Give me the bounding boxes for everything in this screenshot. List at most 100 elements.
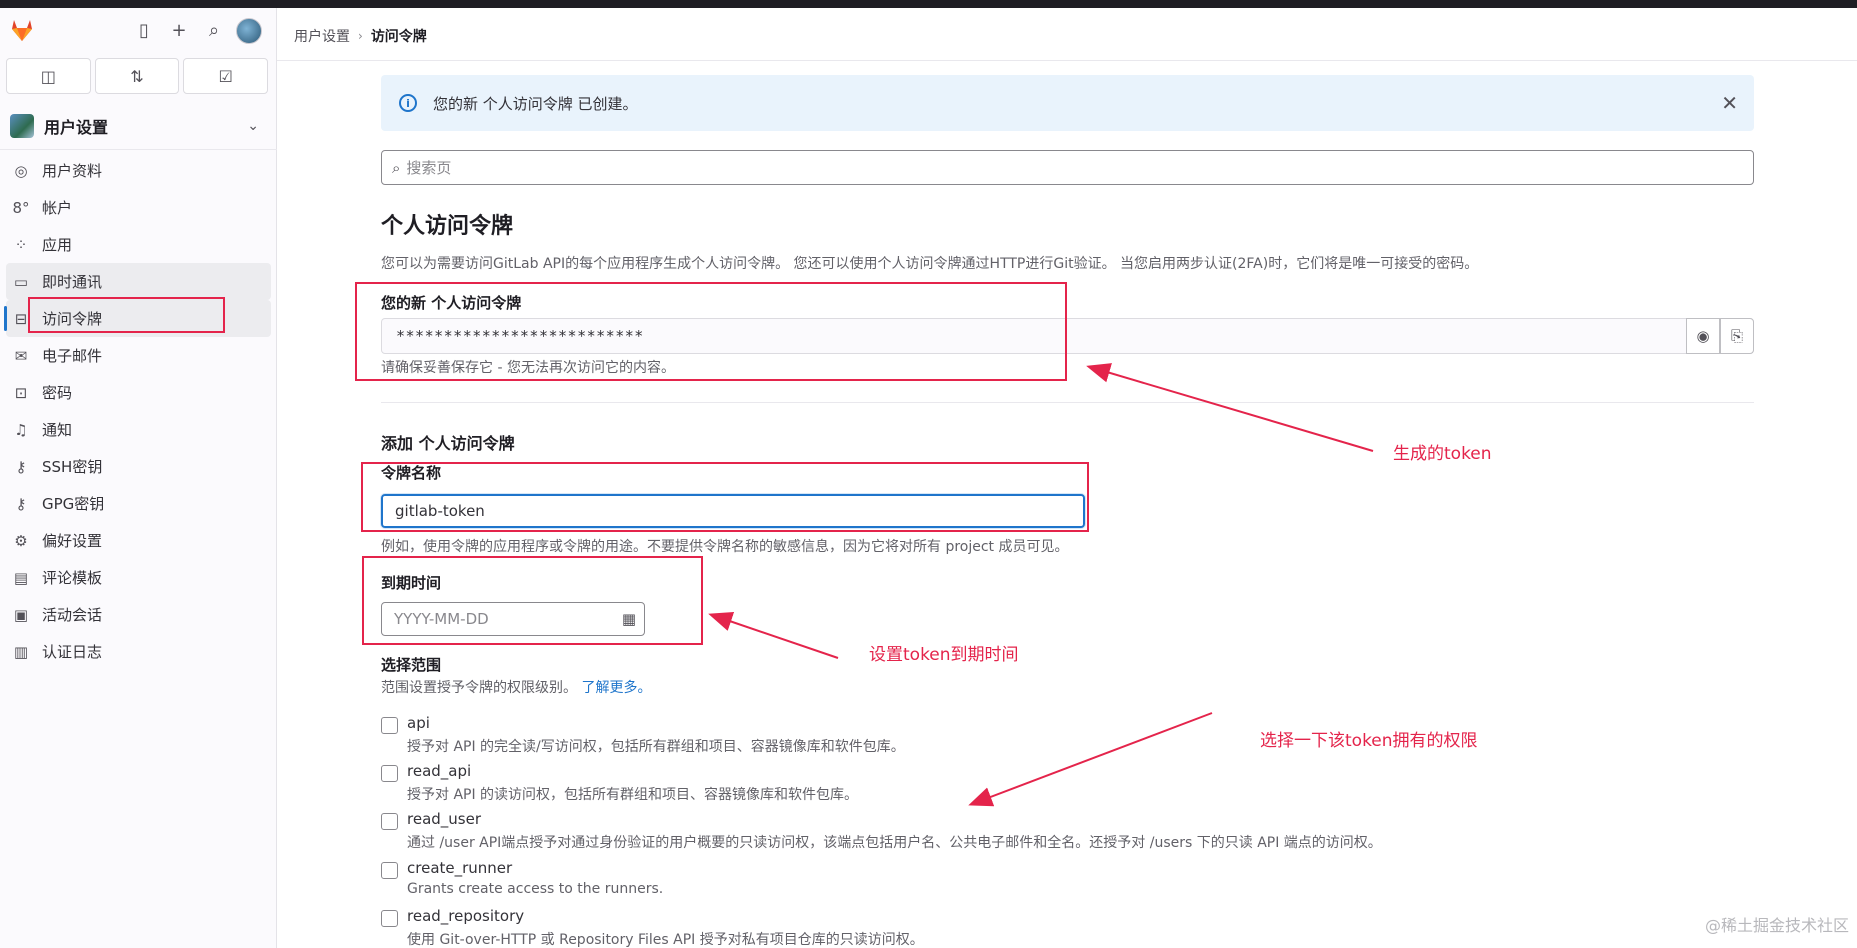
scope-desc: 使用 Git-over-HTTP 或 Repository Files API … xyxy=(407,932,924,948)
user-circle-icon: ◎ xyxy=(14,161,28,180)
search-box: ⌕ xyxy=(381,150,1754,185)
header-divider xyxy=(277,60,1857,61)
success-alert: i 您的新 个人访问令牌 已创建。 ✕ xyxy=(381,75,1754,131)
breadcrumb: 用户设置 › 访问令牌 xyxy=(294,26,427,46)
learn-more-link[interactable]: 了解更多。 xyxy=(581,680,651,696)
copy-clipboard-icon[interactable]: ⎘ xyxy=(1720,318,1754,354)
sidebar-item-label: 用户资料 xyxy=(42,162,103,180)
sidebar-item-comment-templates[interactable]: ▤ 评论模板 xyxy=(6,559,271,596)
annotation-expiry-text: 设置token到期时间 xyxy=(869,645,1019,665)
sidebar-item-label: 密码 xyxy=(42,384,73,402)
scope-read-repository-checkbox[interactable] xyxy=(381,910,398,927)
arrow-expiry xyxy=(708,611,839,659)
comment-template-icon: ▤ xyxy=(13,568,29,587)
sidebar-item-label: 应用 xyxy=(42,236,73,254)
scopes-label: 选择范围 xyxy=(381,656,442,674)
arrow-token xyxy=(1086,363,1374,452)
sidebar-header: ▯ + ⌕ xyxy=(0,8,277,48)
log-icon: ▥ xyxy=(13,642,29,661)
annotation-scopes-text: 选择一下该token拥有的权限 xyxy=(1260,731,1478,751)
scope-read-api-checkbox[interactable] xyxy=(381,765,398,782)
sidebar-toggle-icon[interactable]: ▯ xyxy=(132,18,156,42)
gitlab-logo-icon[interactable] xyxy=(8,16,36,44)
sidebar-item-password[interactable]: ⊡ 密码 xyxy=(6,374,271,411)
chevron-right-icon: › xyxy=(358,29,363,43)
page-title: 个人访问令牌 xyxy=(381,214,514,239)
scope-name: read_repository xyxy=(407,907,525,925)
scopes-help: 范围设置授予令牌的权限级别。 了解更多。 xyxy=(381,677,651,697)
sidebar-item-profile[interactable]: ◎ 用户资料 xyxy=(6,152,271,189)
search-icon: ⌕ xyxy=(392,158,401,177)
watermark: @稀土掘金技术社区 xyxy=(1704,916,1849,935)
scope-read-user-checkbox[interactable] xyxy=(381,813,398,830)
sidebar-item-preferences[interactable]: ⚙ 偏好设置 xyxy=(6,522,271,559)
context-title: 用户设置 xyxy=(44,117,109,137)
scopes-help-text: 范围设置授予令牌的权限级别。 xyxy=(381,680,577,696)
preferences-icon: ⚙ xyxy=(14,531,28,550)
chat-icon: ▭ xyxy=(13,272,29,291)
sidebar-item-label: 偏好设置 xyxy=(42,532,103,550)
merge-requests-icon[interactable]: ⇅ xyxy=(94,58,180,94)
annotation-box-token xyxy=(355,282,1067,381)
sidebar-item-emails[interactable]: ✉ 电子邮件 xyxy=(6,337,271,374)
scope-desc: 通过 /user API端点授予对通过身份验证的用户概要的只读访问权，该端点包括… xyxy=(407,835,1382,851)
sidebar-item-label: 即时通讯 xyxy=(42,273,103,291)
arrow-scopes xyxy=(968,712,1213,807)
scope-name: create_runner xyxy=(407,859,513,877)
annotation-box-name xyxy=(361,462,1089,532)
scope-desc: Grants create access to the runners. xyxy=(407,881,664,897)
sidebar-item-label: SSH密钥 xyxy=(42,458,103,476)
top-dark-bar xyxy=(0,0,1857,8)
close-icon[interactable]: ✕ xyxy=(1721,91,1738,115)
alert-text: 您的新 个人访问令牌 已创建。 xyxy=(433,94,638,113)
user-avatar[interactable] xyxy=(236,18,262,44)
sidebar-item-active-sessions[interactable]: ▣ 活动会话 xyxy=(6,596,271,633)
eye-icon[interactable]: ◉ xyxy=(1686,318,1720,354)
scope-api-checkbox[interactable] xyxy=(381,717,398,734)
scope-name: read_user xyxy=(407,810,481,828)
info-icon: i xyxy=(399,94,417,112)
sidebar-item-label: 帐户 xyxy=(42,199,73,217)
scope-desc: 授予对 API 的完全读/写访问权，包括所有群组和项目、容器镜像库和软件包库。 xyxy=(407,739,905,755)
monitor-icon: ▣ xyxy=(13,605,29,624)
scope-create-runner-checkbox[interactable] xyxy=(381,862,398,879)
sidebar-item-gpg-keys[interactable]: ⚷ GPG密钥 xyxy=(6,485,271,522)
account-icon: 8° xyxy=(12,198,30,217)
key-icon: ⚷ xyxy=(15,494,27,513)
token-name-help: 例如，使用令牌的应用程序或令牌的用途。不要提供令牌名称的敏感信息，因为它将对所有… xyxy=(381,539,1069,555)
sidebar-item-label: 评论模板 xyxy=(42,569,103,587)
sidebar-item-label: 电子邮件 xyxy=(42,347,103,365)
context-avatar xyxy=(10,113,34,138)
todo-icon[interactable]: ☑ xyxy=(183,58,269,94)
sidebar-nav: ◎ 用户资料 8° 帐户 ⁘ 应用 ▭ 即时通讯 ⊟ 访问令牌 ✉ 电子邮件 ⊡ 密码 ♫ 通知… xyxy=(0,152,277,670)
sidebar-item-ssh-keys[interactable]: ⚷ SSH密钥 xyxy=(6,448,271,485)
search-icon[interactable]: ⌕ xyxy=(202,18,226,42)
key-icon: ⚷ xyxy=(15,457,27,476)
sidebar-item-label: 通知 xyxy=(42,421,73,439)
sidebar-item-notifications[interactable]: ♫ 通知 xyxy=(6,411,271,448)
annotation-box-sidebar xyxy=(28,297,225,333)
search-input[interactable] xyxy=(406,158,1707,177)
context-switcher[interactable]: 用户设置 ⌄ xyxy=(0,102,277,150)
sidebar-item-label: 活动会话 xyxy=(42,606,103,624)
sidebar-item-auth-log[interactable]: ▥ 认证日志 xyxy=(6,633,271,670)
plus-icon[interactable]: + xyxy=(167,18,191,42)
breadcrumb-parent-link[interactable]: 用户设置 xyxy=(294,26,350,46)
annotation-token-text: 生成的token xyxy=(1393,444,1492,464)
sidebar-quick-tabs: ◫ ⇅ ☑ xyxy=(6,58,269,94)
issues-icon[interactable]: ◫ xyxy=(6,58,91,94)
sidebar-item-label: GPG密钥 xyxy=(42,495,105,513)
page-description: 您可以为需要访问GitLab API的每个应用程序生成个人访问令牌。 您还可以使… xyxy=(381,256,1479,272)
bell-icon: ♫ xyxy=(14,420,28,439)
section-divider xyxy=(381,402,1754,403)
sidebar: ▯ + ⌕ ◫ ⇅ ☑ 用户设置 ⌄ ◎ 用户资料 8° 帐户 ⁘ 应用 ▭ 即时通讯 … xyxy=(0,8,277,948)
scope-name: read_api xyxy=(407,762,472,780)
lock-icon: ⊡ xyxy=(14,383,28,402)
sidebar-item-account[interactable]: 8° 帐户 xyxy=(6,189,271,226)
breadcrumb-current[interactable]: 访问令牌 xyxy=(371,26,427,46)
sidebar-item-chat[interactable]: ▭ 即时通讯 xyxy=(6,263,271,300)
add-token-section-title: 添加 个人访问令牌 xyxy=(381,434,515,453)
scope-desc: 授予对 API 的读访问权，包括所有群组和项目、容器镜像库和软件包库。 xyxy=(407,787,859,803)
mail-icon: ✉ xyxy=(14,346,28,365)
sidebar-item-applications[interactable]: ⁘ 应用 xyxy=(6,226,271,263)
